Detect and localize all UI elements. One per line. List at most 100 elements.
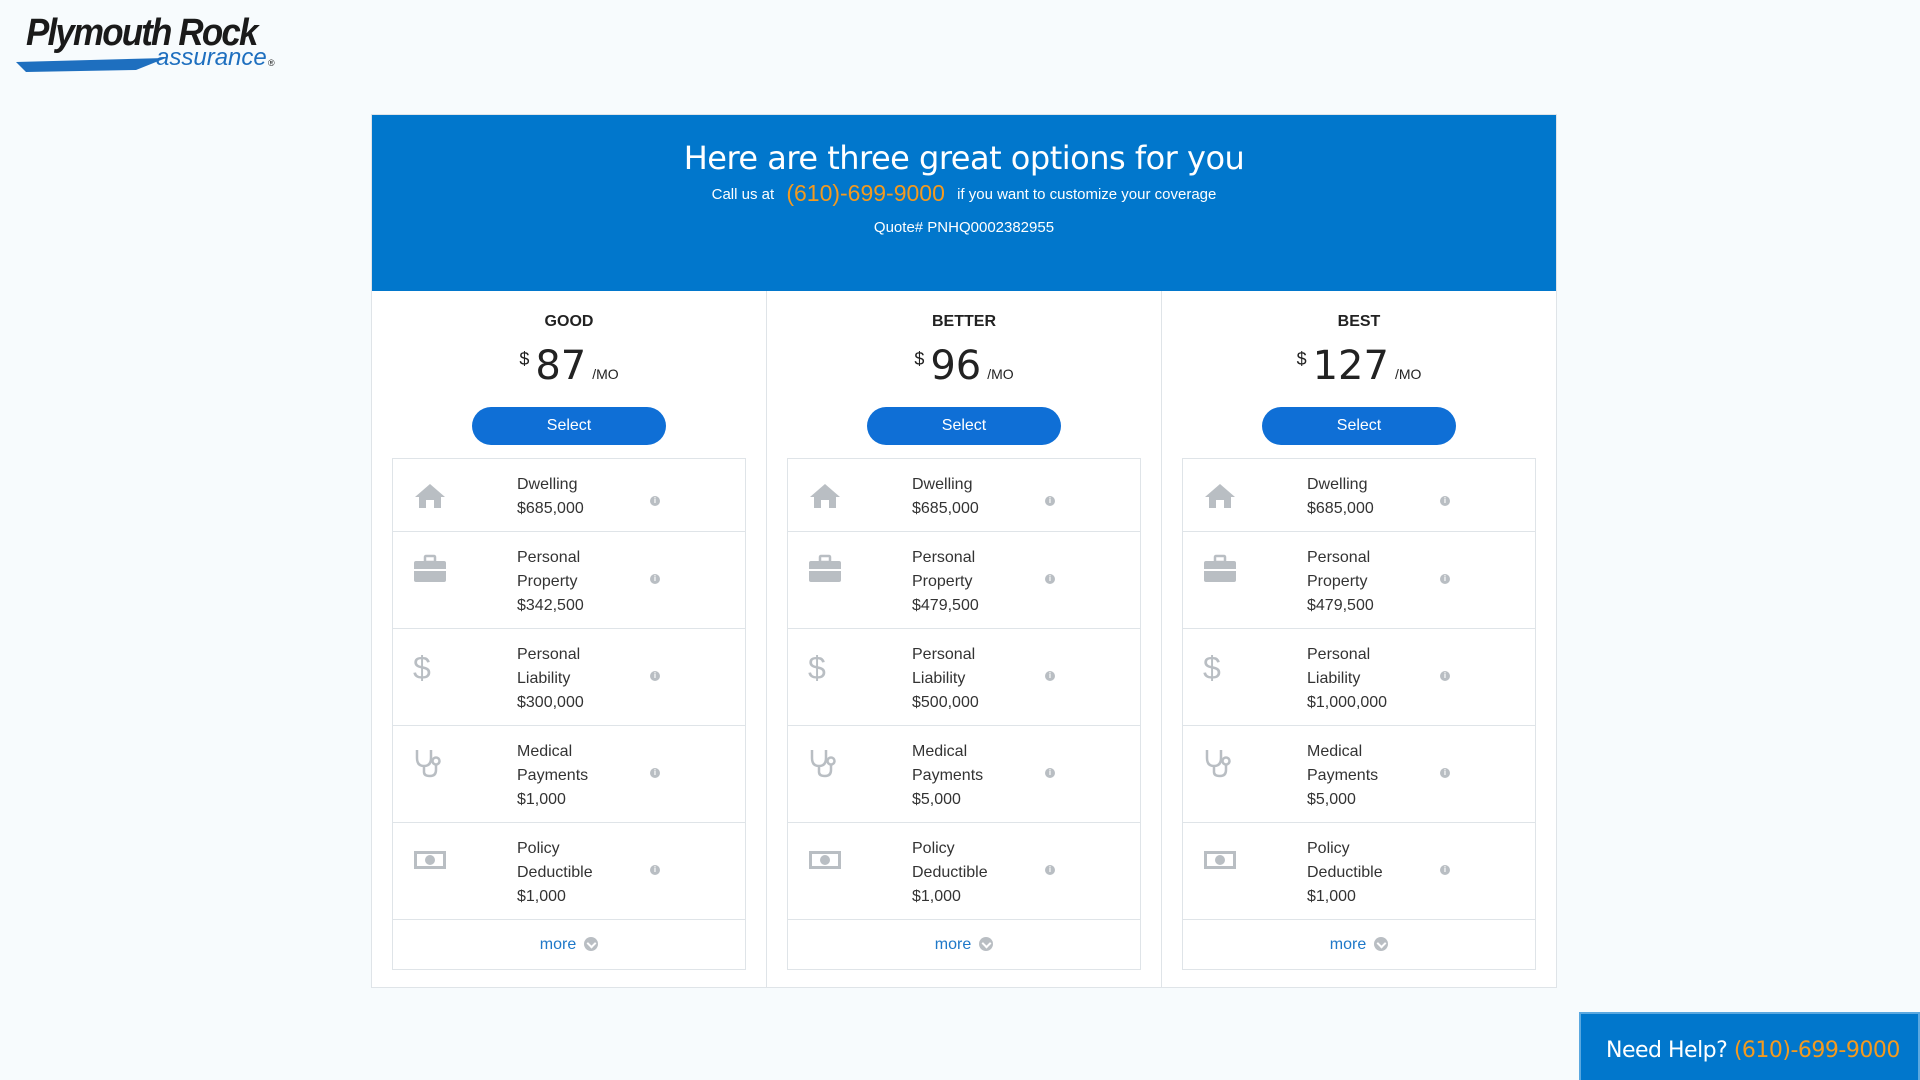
coverage-label: Liability (517, 670, 571, 687)
coverage-amount: $479,500 (1307, 597, 1374, 614)
coverage-list: Dwelling $685,000 i Personal Property $479,… (787, 458, 1141, 970)
call-us-line: Call us at (610)-699-9000 if you want to… (372, 181, 1556, 207)
coverage-dwelling: Dwelling $685,000 i (1183, 459, 1535, 532)
briefcase-icon (1203, 554, 1237, 584)
coverage-medical-payments: Medical Payments $5,000 i (1183, 726, 1535, 823)
coverage-label: Deductible (912, 864, 988, 881)
coverage-label: Personal (912, 549, 976, 566)
coverage-amount: $342,500 (517, 597, 584, 614)
coverage-label: Property (912, 573, 973, 590)
coverage-label: Personal (912, 646, 976, 663)
coverage-amount: $479,500 (912, 597, 979, 614)
coverage-label: Policy (517, 840, 560, 857)
coverage-amount: $500,000 (912, 694, 979, 711)
price-period: /MO (987, 366, 1014, 382)
info-icon[interactable]: i (650, 865, 660, 875)
info-icon[interactable]: i (1045, 865, 1055, 875)
plan-name: GOOD (544, 313, 594, 330)
coverage-label: Medical (912, 743, 968, 760)
cash-icon (808, 845, 842, 875)
coverage-list: Dwelling $685,000 i Personal Property $342,… (392, 458, 746, 970)
dollar-icon: $ (808, 650, 842, 686)
coverage-label: Property (517, 573, 578, 590)
coverage-amount: $685,000 (517, 500, 584, 517)
more-toggle[interactable]: more (393, 920, 745, 969)
price-amount: 87 (535, 343, 587, 389)
coverage-amount: $1,000 (517, 791, 566, 808)
dollar-icon: $ (413, 650, 447, 686)
coverage-label: Personal (517, 549, 581, 566)
svg-text:$: $ (808, 651, 826, 681)
more-label: more (934, 936, 972, 953)
coverage-label: Policy (1307, 840, 1350, 857)
chevron-down-icon (584, 937, 599, 951)
logo-swoosh-icon (16, 58, 166, 72)
coverage-medical-payments: Medical Payments $1,000 i (393, 726, 745, 823)
house-icon (808, 481, 842, 511)
coverage-personal-liability: $ Personal Liability $500,000 i (788, 629, 1140, 726)
logo-registered-mark: ® (268, 58, 275, 68)
info-icon[interactable]: i (1440, 865, 1450, 875)
coverage-label: Personal (1307, 646, 1371, 663)
svg-text:$: $ (1203, 651, 1221, 681)
coverage-policy-deductible: Policy Deductible $1,000 i (788, 823, 1140, 920)
briefcase-icon (413, 554, 447, 584)
coverage-amount: $5,000 (912, 791, 961, 808)
select-better-button[interactable]: Select (867, 407, 1061, 445)
page-title: Here are three great options for you (683, 139, 1245, 177)
chevron-down-icon (1374, 937, 1389, 951)
coverage-label: Policy (912, 840, 955, 857)
info-icon[interactable]: i (1440, 574, 1450, 584)
price-period: /MO (592, 366, 619, 382)
coverage-label: Medical (1307, 743, 1363, 760)
cash-icon (1203, 845, 1237, 875)
plan-price: $96/MO (767, 343, 1161, 389)
plan-better: BETTER $96/MO Select Dwelling $685,000 i … (767, 291, 1162, 988)
info-icon[interactable]: i (650, 496, 660, 506)
coverage-label: Dwelling (1307, 476, 1368, 493)
info-icon[interactable]: i (1045, 574, 1055, 584)
info-icon[interactable]: i (1045, 671, 1055, 681)
coverage-amount: $1,000 (1307, 888, 1356, 905)
info-icon[interactable]: i (1045, 768, 1055, 778)
house-icon (413, 481, 447, 511)
plan-price: $127/MO (1162, 343, 1556, 389)
help-phone-link[interactable]: (610)-699-9000 (1734, 1038, 1901, 1063)
more-toggle[interactable]: more (788, 920, 1140, 969)
coverage-label: Liability (1307, 670, 1361, 687)
info-icon[interactable]: i (650, 574, 660, 584)
coverage-amount: $1,000,000 (1307, 694, 1388, 711)
stethoscope-icon (808, 748, 842, 778)
coverage-label: Dwelling (517, 476, 578, 493)
coverage-dwelling: Dwelling $685,000 i (393, 459, 745, 532)
svg-text:$: $ (413, 651, 431, 681)
briefcase-icon (808, 554, 842, 584)
header-phone-link[interactable]: (610)-699-9000 (786, 180, 945, 206)
more-label: more (1329, 936, 1367, 953)
logo-subtitle: assurance (156, 44, 267, 71)
more-toggle[interactable]: more (1183, 920, 1535, 969)
quote-options-panel: Here are three great options for you Cal… (371, 114, 1557, 988)
need-help-box[interactable]: Need Help? (610)-699-9000 (1579, 1012, 1920, 1080)
info-icon[interactable]: i (1440, 496, 1450, 506)
coverage-personal-liability: $ Personal Liability $300,000 i (393, 629, 745, 726)
select-good-button[interactable]: Select (472, 407, 666, 445)
coverage-label: Payments (1307, 767, 1379, 784)
plan-good: GOOD $87/MO Select Dwelling $685,000 i Pe… (372, 291, 767, 988)
plan-columns: GOOD $87/MO Select Dwelling $685,000 i Pe… (372, 291, 1556, 988)
info-icon[interactable]: i (1440, 768, 1450, 778)
stethoscope-icon (1203, 748, 1237, 778)
plan-price: $87/MO (372, 343, 766, 389)
plymouth-rock-logo[interactable]: Plymouth Rock assurance ® (16, 12, 286, 74)
coverage-dwelling: Dwelling $685,000 i (788, 459, 1140, 532)
info-icon[interactable]: i (1045, 496, 1055, 506)
info-icon[interactable]: i (650, 671, 660, 681)
plan-name: BEST (1337, 313, 1381, 330)
info-icon[interactable]: i (650, 768, 660, 778)
select-best-button[interactable]: Select (1262, 407, 1456, 445)
coverage-label: Payments (517, 767, 589, 784)
plan-best: BEST $127/MO Select Dwelling $685,000 i P… (1162, 291, 1556, 988)
more-label: more (539, 936, 577, 953)
info-icon[interactable]: i (1440, 671, 1450, 681)
coverage-amount: $1,000 (912, 888, 961, 905)
